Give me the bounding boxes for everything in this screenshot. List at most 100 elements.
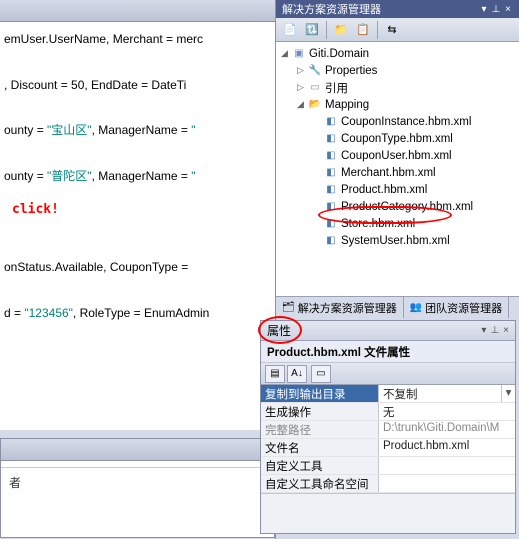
solution-icon: 🗂	[282, 302, 295, 313]
code-body[interactable]: emUser.UserName, Merchant = merc , Disco…	[0, 22, 275, 330]
show-all-icon[interactable]: 📁	[331, 20, 351, 40]
panel-tabs: 🗂解决方案资源管理器 👥团队资源管理器	[276, 296, 519, 318]
property-row[interactable]: 复制到输出目录 不复制 ▾	[261, 385, 515, 403]
node-label: 引用	[325, 80, 348, 96]
tree-node-project[interactable]: ◢ ▣ Giti.Domain	[278, 45, 517, 62]
properties-grid[interactable]: 复制到输出目录 不复制 ▾ 生成操作 无 完整路径 D:\trunk\Giti.…	[261, 385, 515, 493]
tree-node-file[interactable]: ◧Merchant.hbm.xml	[278, 164, 517, 181]
property-name: 复制到输出目录	[261, 385, 379, 402]
properties-subtitle: Product.hbm.xml 文件属性	[261, 341, 515, 363]
property-pages-icon[interactable]: ▭	[311, 365, 331, 383]
file-label: CouponUser.hbm.xml	[341, 150, 452, 162]
file-label: Merchant.hbm.xml	[341, 167, 436, 179]
dropdown-icon[interactable]: ▾	[479, 4, 489, 15]
refresh-icon[interactable]: 🔃	[302, 20, 322, 40]
close-icon[interactable]: ×	[503, 4, 513, 15]
property-value[interactable]	[379, 457, 515, 474]
tree-node-mapping[interactable]: ◢ 📂 Mapping	[278, 96, 517, 113]
expander-icon[interactable]: ▷	[296, 82, 305, 93]
tree-node-references[interactable]: ▷ ▭ 引用	[278, 79, 517, 96]
xml-icon: ◧	[324, 183, 338, 197]
expander-icon[interactable]: ◢	[296, 99, 305, 110]
code-line: , RoleType = EnumAdmin	[73, 306, 209, 320]
tree-node-file[interactable]: ◧Store.hbm.xml	[278, 215, 517, 232]
property-row[interactable]: 自定义工具命名空间	[261, 475, 515, 493]
bottom-cell: 者	[1, 467, 274, 497]
pin-icon[interactable]: ⊥	[490, 325, 499, 336]
properties-description	[261, 493, 515, 533]
property-row[interactable]: 文件名 Product.hbm.xml	[261, 439, 515, 457]
tree-node-file[interactable]: ◧CouponUser.hbm.xml	[278, 147, 517, 164]
references-icon: ▭	[308, 81, 322, 95]
folder-icon: 📂	[308, 98, 322, 112]
alphabetical-icon[interactable]: A↓	[287, 365, 307, 383]
property-row[interactable]: 自定义工具	[261, 457, 515, 475]
bottom-header	[1, 439, 274, 461]
tree-node-file[interactable]: ◧CouponInstance.hbm.xml	[278, 113, 517, 130]
properties-title-text: 属性	[267, 322, 291, 339]
code-line: ounty =	[4, 123, 47, 137]
collapse-icon[interactable]: ⇆	[382, 20, 402, 40]
tab-solution-explorer[interactable]: 🗂解决方案资源管理器	[276, 297, 404, 318]
bottom-pane: 者	[0, 438, 275, 538]
xml-icon: ◧	[324, 115, 338, 129]
code-string: "宝山区"	[47, 123, 92, 137]
property-name: 自定义工具	[261, 457, 379, 474]
tab-label: 团队资源管理器	[425, 300, 502, 316]
code-line: , Discount = 50, EndDate = DateTi	[4, 78, 186, 92]
code-line: ounty =	[4, 169, 47, 183]
property-value[interactable]: 不复制	[379, 385, 501, 402]
tree-node-properties[interactable]: ▷ 🔧 Properties	[278, 62, 517, 79]
node-label: Mapping	[325, 99, 369, 111]
xml-icon: ◧	[324, 149, 338, 163]
xml-icon: ◧	[324, 132, 338, 146]
close-icon[interactable]: ×	[503, 325, 509, 336]
node-label: Giti.Domain	[309, 48, 369, 60]
properties-panel: 属性 ▾ ⊥ × Product.hbm.xml 文件属性 ▤ A↓ ▭ 复制到…	[260, 320, 516, 534]
tree-node-file[interactable]: ◧CouponType.hbm.xml	[278, 130, 517, 147]
panel-title-text: 解决方案资源管理器	[282, 1, 381, 17]
property-name: 文件名	[261, 439, 379, 456]
chevron-down-icon[interactable]: ▾	[501, 385, 515, 402]
property-name: 完整路径	[261, 421, 379, 438]
file-label: CouponType.hbm.xml	[341, 133, 453, 145]
property-value[interactable]	[379, 475, 515, 492]
property-row[interactable]: 完整路径 D:\trunk\Giti.Domain\M	[261, 421, 515, 439]
solution-explorer-title: 解决方案资源管理器 ▾ ⊥ ×	[276, 0, 519, 18]
expander-icon[interactable]: ◢	[280, 48, 289, 59]
pin-icon[interactable]: ⊥	[491, 4, 501, 15]
expander-icon[interactable]: ▷	[296, 65, 305, 76]
file-label: Product.hbm.xml	[341, 184, 427, 196]
code-string: "123456"	[24, 306, 73, 320]
code-line: onStatus.Available, CouponType =	[4, 260, 192, 274]
properties-icon[interactable]: 📄	[280, 20, 300, 40]
code-line: d =	[4, 306, 24, 320]
tree-node-file[interactable]: ◧ProductCategory.hbm.xml	[278, 198, 517, 215]
property-value[interactable]: 无	[379, 403, 515, 420]
solution-explorer-toolbar: 📄 🔃 📁 📋 ⇆	[276, 18, 519, 42]
property-row[interactable]: 生成操作 无	[261, 403, 515, 421]
file-label: Store.hbm.xml	[341, 218, 415, 230]
tab-label: 解决方案资源管理器	[298, 300, 397, 316]
tree-node-file-product[interactable]: ◧Product.hbm.xml	[278, 181, 517, 198]
file-label: ProductCategory.hbm.xml	[341, 201, 473, 213]
csproj-icon: ▣	[292, 47, 306, 61]
solution-tree[interactable]: ◢ ▣ Giti.Domain ▷ 🔧 Properties ▷ ▭ 引用 ◢ …	[276, 42, 519, 296]
code-string: "普陀区"	[47, 169, 92, 183]
categorized-icon[interactable]: ▤	[265, 365, 285, 383]
file-label: CouponInstance.hbm.xml	[341, 116, 471, 128]
wrench-icon: 🔧	[308, 64, 322, 78]
code-line: emUser.UserName, Merchant = merc	[4, 32, 203, 46]
xml-icon: ◧	[324, 234, 338, 248]
file-label: SystemUser.hbm.xml	[341, 235, 450, 247]
properties-title-bar: 属性 ▾ ⊥ ×	[261, 321, 515, 341]
tree-node-file[interactable]: ◧SystemUser.hbm.xml	[278, 232, 517, 249]
properties-toolbar: ▤ A↓ ▭	[261, 363, 515, 385]
dropdown-icon[interactable]: ▾	[481, 325, 486, 336]
code-toolbar	[0, 0, 275, 22]
property-value: D:\trunk\Giti.Domain\M	[379, 421, 515, 438]
view-code-icon[interactable]: 📋	[353, 20, 373, 40]
tab-team-explorer[interactable]: 👥团队资源管理器	[404, 297, 509, 318]
click-annotation: click!	[12, 202, 59, 217]
property-name: 自定义工具命名空间	[261, 475, 379, 492]
